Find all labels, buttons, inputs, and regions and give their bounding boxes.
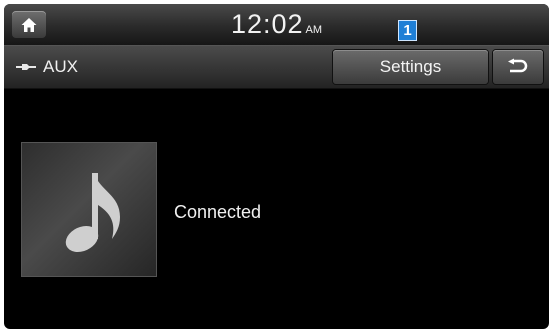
clock-ampm: AM: [305, 23, 323, 36]
clock-time: 12:02: [230, 9, 304, 39]
music-note-icon: [65, 173, 120, 253]
status-bar: 12:02 AM: [4, 4, 549, 46]
home-icon: [21, 17, 37, 32]
settings-label: Settings: [379, 57, 442, 76]
clock: 12:02 AM: [4, 4, 549, 45]
back-button[interactable]: [493, 50, 543, 84]
settings-button[interactable]: Settings: [333, 50, 488, 84]
source-label: AUX: [43, 57, 78, 76]
callout-marker: 1: [398, 20, 417, 41]
toolbar: AUX Settings: [4, 46, 549, 89]
aux-plug-icon: [16, 64, 36, 70]
source-indicator: AUX: [16, 46, 78, 88]
back-arrow-icon: [508, 58, 528, 73]
aux-screen: 12:02 AM AUX Settings Connected: [4, 4, 549, 329]
home-button[interactable]: [12, 11, 46, 38]
album-art: [21, 142, 157, 277]
connection-status: Connected: [174, 202, 262, 222]
